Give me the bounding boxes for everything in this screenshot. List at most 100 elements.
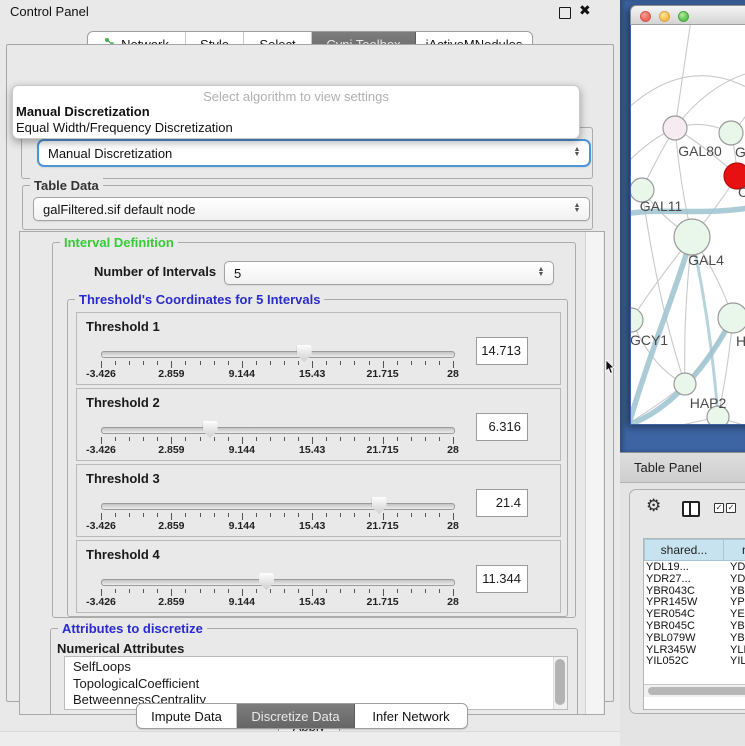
popup-item-equal-width[interactable]: Equal Width/Frequency Discretization: [16, 120, 233, 135]
tick-mark: [354, 437, 355, 441]
tick-mark: [242, 513, 243, 520]
table-column-header[interactable]: shared...: [644, 539, 723, 561]
tick-label: -3.426: [86, 596, 116, 608]
table-row[interactable]: YBL079WYBL079W: [644, 632, 745, 644]
threshold-panel-2: Threshold 2-3.4262.8599.14415.4321.71528…: [76, 388, 561, 461]
checkbox-icon[interactable]: ✓: [714, 503, 724, 513]
bottom-tab-infer-network[interactable]: Infer Network: [355, 704, 467, 728]
network-canvas[interactable]: GAL80GACGAL11GAL4GCY1HHAP2: [631, 25, 745, 424]
tick-mark: [185, 437, 186, 441]
network-node[interactable]: [674, 373, 696, 395]
tick-mark: [171, 513, 172, 520]
threshold-value-field[interactable]: 6.316: [476, 413, 528, 441]
table-row[interactable]: YDL19...YDL19...: [644, 561, 745, 573]
table-cell: YBR043C: [644, 585, 725, 597]
slider-track[interactable]: [101, 351, 455, 358]
table-row[interactable]: YBR043CYBR043C: [644, 585, 745, 597]
table-cell: YDL19...: [644, 561, 725, 573]
tick-label: 2.859: [158, 444, 184, 456]
tick-mark: [326, 437, 327, 441]
bottom-tab-impute-data[interactable]: Impute Data: [137, 704, 237, 728]
table-row[interactable]: YLR345WYLR345W: [644, 644, 745, 656]
tick-mark: [228, 437, 229, 441]
numerical-attributes-list[interactable]: SelfLoopsTopologicalCoefficientBetweenne…: [64, 656, 568, 710]
table-cell: YER054C: [725, 608, 745, 620]
tick-label: 21.715: [367, 368, 399, 380]
threshold-value-field[interactable]: 11.344: [476, 565, 528, 593]
network-window-titlebar[interactable]: [630, 5, 745, 25]
threshold-value-field[interactable]: 21.4: [476, 489, 528, 517]
tick-mark: [214, 361, 215, 365]
network-node-label: GAL4: [688, 252, 724, 268]
network-node[interactable]: [631, 308, 643, 332]
tick-mark: [270, 513, 271, 517]
threshold-panel-1: Threshold 1-3.4262.8599.14415.4321.71528…: [76, 312, 561, 385]
tick-mark: [439, 589, 440, 593]
tick-mark: [284, 437, 285, 441]
tick-label: 28: [447, 596, 459, 608]
close-traffic-light-icon[interactable]: [640, 11, 651, 22]
table-cell: YBL079W: [725, 632, 745, 644]
slider-thumb[interactable]: [297, 345, 312, 362]
popup-item-manual-discretization[interactable]: Manual Discretization: [16, 104, 150, 119]
number-of-intervals-select[interactable]: 5 ▲▼: [224, 261, 554, 285]
attributes-group: Attributes to discretize Numerical Attri…: [50, 628, 578, 715]
minimize-traffic-light-icon[interactable]: [659, 11, 670, 22]
table-row[interactable]: YIL052CYIL052C: [644, 655, 745, 667]
network-node-label: GAL80: [678, 143, 722, 159]
gear-icon[interactable]: ⚙: [646, 497, 661, 514]
table-row[interactable]: YDR27...YDR27...: [644, 573, 745, 585]
table-hscrollbar-thumb[interactable]: [648, 687, 745, 695]
tick-mark: [256, 437, 257, 441]
panel-scrollbar[interactable]: [585, 232, 603, 714]
network-node[interactable]: [674, 219, 710, 255]
attribute-list-item[interactable]: SelfLoops: [65, 659, 567, 676]
algorithm-select[interactable]: Manual Discretization ▲▼: [37, 139, 591, 167]
table-data-select[interactable]: galFiltered.sif default node ▲▼: [33, 197, 590, 221]
columns-icon[interactable]: [682, 501, 700, 517]
tick-mark: [214, 513, 215, 517]
network-node[interactable]: [718, 303, 745, 333]
table-row[interactable]: YBR045CYBR045C: [644, 620, 745, 632]
tick-mark: [369, 513, 370, 517]
tick-label: 9.144: [229, 520, 255, 532]
zoom-traffic-light-icon[interactable]: [678, 11, 689, 22]
attributes-scrollbar[interactable]: [553, 657, 567, 709]
tick-mark: [312, 437, 313, 444]
bottom-tab-discretize-data[interactable]: Discretize Data: [237, 704, 355, 728]
network-graph: GAL80GACGAL11GAL4GCY1HHAP2: [631, 25, 745, 424]
table-cell: YDR27...: [644, 573, 725, 585]
threshold-value-field[interactable]: 14.713: [476, 337, 528, 365]
tick-mark: [143, 589, 144, 593]
attribute-list-item[interactable]: TopologicalCoefficient: [65, 676, 567, 693]
attributes-scrollbar-thumb[interactable]: [555, 659, 565, 705]
checkbox-icon[interactable]: ✓: [726, 503, 736, 513]
tick-mark: [214, 589, 215, 593]
float-window-icon[interactable]: [559, 7, 571, 19]
slider-thumb[interactable]: [372, 497, 387, 514]
tick-label: 9.144: [229, 368, 255, 380]
tick-mark: [171, 589, 172, 596]
close-icon[interactable]: ✖: [579, 2, 591, 19]
table-row[interactable]: YER054CYER054C: [644, 608, 745, 620]
tick-mark: [411, 437, 412, 441]
numerical-attributes-label: Numerical Attributes: [57, 641, 184, 656]
tick-mark: [411, 361, 412, 365]
table-column-header[interactable]: na: [723, 539, 745, 561]
table-horizontal-scrollbar[interactable]: [644, 684, 745, 697]
table-data-value: galFiltered.sif default node: [34, 202, 569, 217]
popup-placeholder-item[interactable]: Select algorithm to view settings: [13, 89, 579, 104]
tick-mark: [242, 361, 243, 368]
slider-track[interactable]: [101, 427, 455, 434]
tick-mark: [383, 589, 384, 596]
network-node-label: C: [738, 184, 745, 200]
network-node[interactable]: [663, 116, 687, 140]
slider-track[interactable]: [101, 503, 455, 510]
tick-label: 2.859: [158, 368, 184, 380]
slider-thumb[interactable]: [203, 421, 218, 438]
network-node[interactable]: [719, 121, 743, 145]
slider-track[interactable]: [101, 579, 455, 586]
tick-label: 15.43: [299, 520, 325, 532]
table-row[interactable]: YPR145WYPR145W: [644, 596, 745, 608]
slider-thumb[interactable]: [259, 573, 274, 590]
